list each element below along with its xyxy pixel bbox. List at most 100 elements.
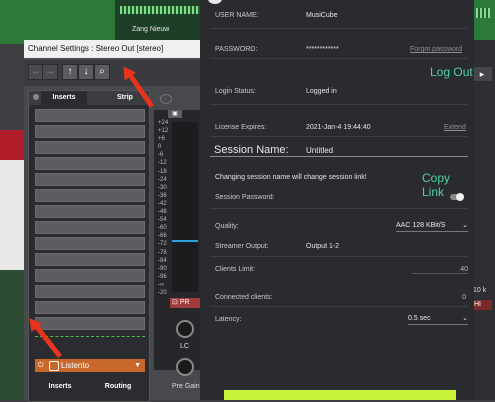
clients-limit-label: Clients Limit: xyxy=(215,266,256,273)
password-label: PASSWORD: xyxy=(215,46,258,53)
waveform xyxy=(476,8,490,18)
freq-value: 10 k xyxy=(473,287,487,294)
insert-slot[interactable] xyxy=(35,141,145,154)
waveform xyxy=(120,6,200,14)
meter-tick-label: -42 xyxy=(158,200,167,207)
musicube-panel: USER NAME: MusiCube PASSWORD: **********… xyxy=(200,0,474,400)
track-area-top: Zang Nieuw xyxy=(0,0,200,44)
circle-icon[interactable] xyxy=(160,94,172,104)
search-icon[interactable]: ⌕ xyxy=(94,64,110,80)
divider xyxy=(210,256,468,257)
quality-value: AAC 128 KBit/S xyxy=(396,222,446,229)
quality-select[interactable]: AAC 128 KBit/S ⌄ xyxy=(396,220,468,232)
session-name-label: Session Name: xyxy=(214,144,289,156)
meter-tick-label: -78 xyxy=(158,249,167,256)
user-name-value[interactable]: MusiCube xyxy=(306,12,338,19)
session-password-label: Session Password: xyxy=(215,194,275,201)
insert-slot[interactable] xyxy=(35,125,145,138)
insert-slot[interactable] xyxy=(35,269,145,282)
clients-limit-input[interactable]: 40 xyxy=(412,266,468,274)
tab-inserts-bottom[interactable]: Inserts xyxy=(35,381,85,393)
lc-knob[interactable] xyxy=(176,320,194,338)
insert-slot[interactable] xyxy=(35,253,145,266)
meter-tick-label: -20 xyxy=(158,290,167,296)
meter-tick-label: -36 xyxy=(158,192,167,199)
insert-slot[interactable] xyxy=(35,173,145,186)
plugin-edit-icon[interactable] xyxy=(49,361,59,371)
meter-tick-label: -48 xyxy=(158,209,167,216)
insert-slot[interactable] xyxy=(35,205,145,218)
fader-position-line xyxy=(35,336,145,337)
track-lanes xyxy=(0,160,25,270)
settings-icon[interactable]: ▣ xyxy=(168,110,182,118)
session-name-input[interactable]: Untitled xyxy=(306,146,333,155)
meter-tick-label: -96 xyxy=(158,273,167,280)
session-password-toggle[interactable] xyxy=(450,193,464,201)
meter-tick-label: 0 xyxy=(158,144,162,151)
insert-slot[interactable] xyxy=(35,221,145,234)
meter-tick-label: -30 xyxy=(158,184,167,191)
track-green-region xyxy=(0,0,115,44)
meter-tick-label: -∞ xyxy=(158,281,165,288)
down-arrow-icon[interactable]: ↓ xyxy=(78,64,94,80)
bypass-icon[interactable] xyxy=(33,94,39,100)
tab-inserts[interactable]: Inserts xyxy=(41,91,87,105)
session-change-note: Changing session name will change sessio… xyxy=(215,174,367,181)
logout-button[interactable]: Log Out xyxy=(430,65,473,79)
insert-slot[interactable] xyxy=(35,237,145,250)
login-status-label: Login Status: xyxy=(215,88,256,95)
forgot-password-link[interactable]: Forgot password xyxy=(410,46,462,53)
power-icon[interactable]: ⏻ xyxy=(38,359,44,372)
right-arrow-icon[interactable]: → xyxy=(42,64,58,80)
meter-tick-label: -84 xyxy=(158,257,167,264)
divider xyxy=(210,136,468,137)
pre-gain-label: Pre Gain xyxy=(172,383,200,390)
quality-label: Quality: xyxy=(215,223,239,230)
track-label: Zang Nieuw xyxy=(132,26,170,33)
chevron-down-icon: ⌄ xyxy=(462,222,468,229)
pre-gain-knob[interactable] xyxy=(176,358,194,376)
license-expires-value: 2021-Jan-4 19:44:40 xyxy=(306,124,371,131)
meter-tick-label: -24 xyxy=(158,176,167,183)
meter-tick-label: -54 xyxy=(158,217,167,224)
divider xyxy=(210,58,468,59)
nav-right-button[interactable]: ▸ xyxy=(472,67,492,81)
meter-level-line xyxy=(172,240,198,242)
up-arrow-icon[interactable]: ↑ xyxy=(62,64,78,80)
chevron-down-icon[interactable]: ▼ xyxy=(134,359,141,372)
streamer-output-label: Streamer Output: xyxy=(215,243,269,250)
meter-tick-label: -66 xyxy=(158,233,167,240)
meter-tick-label: +24 xyxy=(158,120,169,126)
pre-label: PR xyxy=(179,299,190,306)
insert-slot[interactable] xyxy=(35,285,145,298)
insert-slot[interactable] xyxy=(35,301,145,314)
session-name-underline xyxy=(210,156,468,157)
mixer-left-area xyxy=(0,270,25,400)
latency-label: Latency: xyxy=(215,316,242,323)
insert-slot-listento[interactable]: ⏻ Listento ▼ xyxy=(35,359,145,372)
insert-slot[interactable] xyxy=(35,189,145,202)
meter-tick-label: -60 xyxy=(158,225,167,232)
meter-tick-label: -72 xyxy=(158,241,167,248)
inserts-panel: Inserts Strip ⏻ Listento ▼ Inserts Routi… xyxy=(28,90,150,402)
password-value[interactable]: ************ xyxy=(306,46,339,53)
latency-select[interactable]: 0.5 sec ⌄ xyxy=(408,313,468,325)
meter-tick-label: -6 xyxy=(158,152,164,159)
insert-slot[interactable] xyxy=(35,109,145,122)
tab-routing[interactable]: Routing xyxy=(93,381,143,393)
connected-clients-label: Connected clients: xyxy=(215,294,273,301)
app-logo-icon xyxy=(208,0,222,4)
insert-slot[interactable] xyxy=(35,317,145,330)
meter-scale: +24 +12 +6 0 -6 -12 -18 -24 -30 -36 -42 -48 -54 -60 -6… xyxy=(158,120,170,296)
pre-section-header[interactable]: ⊡ PR xyxy=(170,298,200,308)
insert-slot[interactable] xyxy=(35,157,145,170)
chevron-down-icon: ⌄ xyxy=(462,315,468,322)
level-meter xyxy=(172,122,198,292)
hi-band-label[interactable]: HI xyxy=(472,300,492,310)
track-red-region xyxy=(0,130,25,160)
extend-link[interactable]: Extend xyxy=(444,124,466,131)
meter-tick-label: -90 xyxy=(158,265,167,272)
meter-tick-label: +6 xyxy=(158,136,165,143)
start-stream-button[interactable] xyxy=(224,390,456,400)
copy-link-button[interactable]: Copy Link xyxy=(422,171,474,199)
